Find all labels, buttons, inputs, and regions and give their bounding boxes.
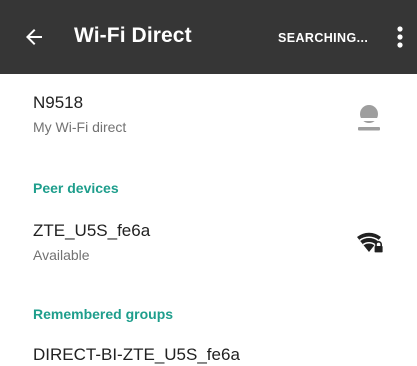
remembered-groups-header: Remembered groups (33, 306, 174, 322)
person-icon (356, 104, 382, 137)
more-options-icon[interactable] (388, 24, 412, 50)
remembered-group-name: DIRECT-BI-ZTE_U5S_fe6a (33, 345, 240, 364)
peer-device-name: ZTE_U5S_fe6a (33, 221, 151, 240)
app-toolbar: Wi-Fi Direct SEARCHING... (0, 0, 417, 74)
searching-button[interactable]: SEARCHING... (278, 31, 368, 45)
peer-device-status: Available (33, 247, 90, 263)
peer-devices-header: Peer devices (33, 180, 119, 196)
wifi-locked-icon (356, 226, 386, 261)
device-name: N9518 (33, 93, 84, 112)
page-title: Wi-Fi Direct (74, 24, 192, 47)
back-arrow-icon[interactable] (22, 25, 46, 49)
device-subtitle: My Wi-Fi direct (33, 119, 127, 135)
